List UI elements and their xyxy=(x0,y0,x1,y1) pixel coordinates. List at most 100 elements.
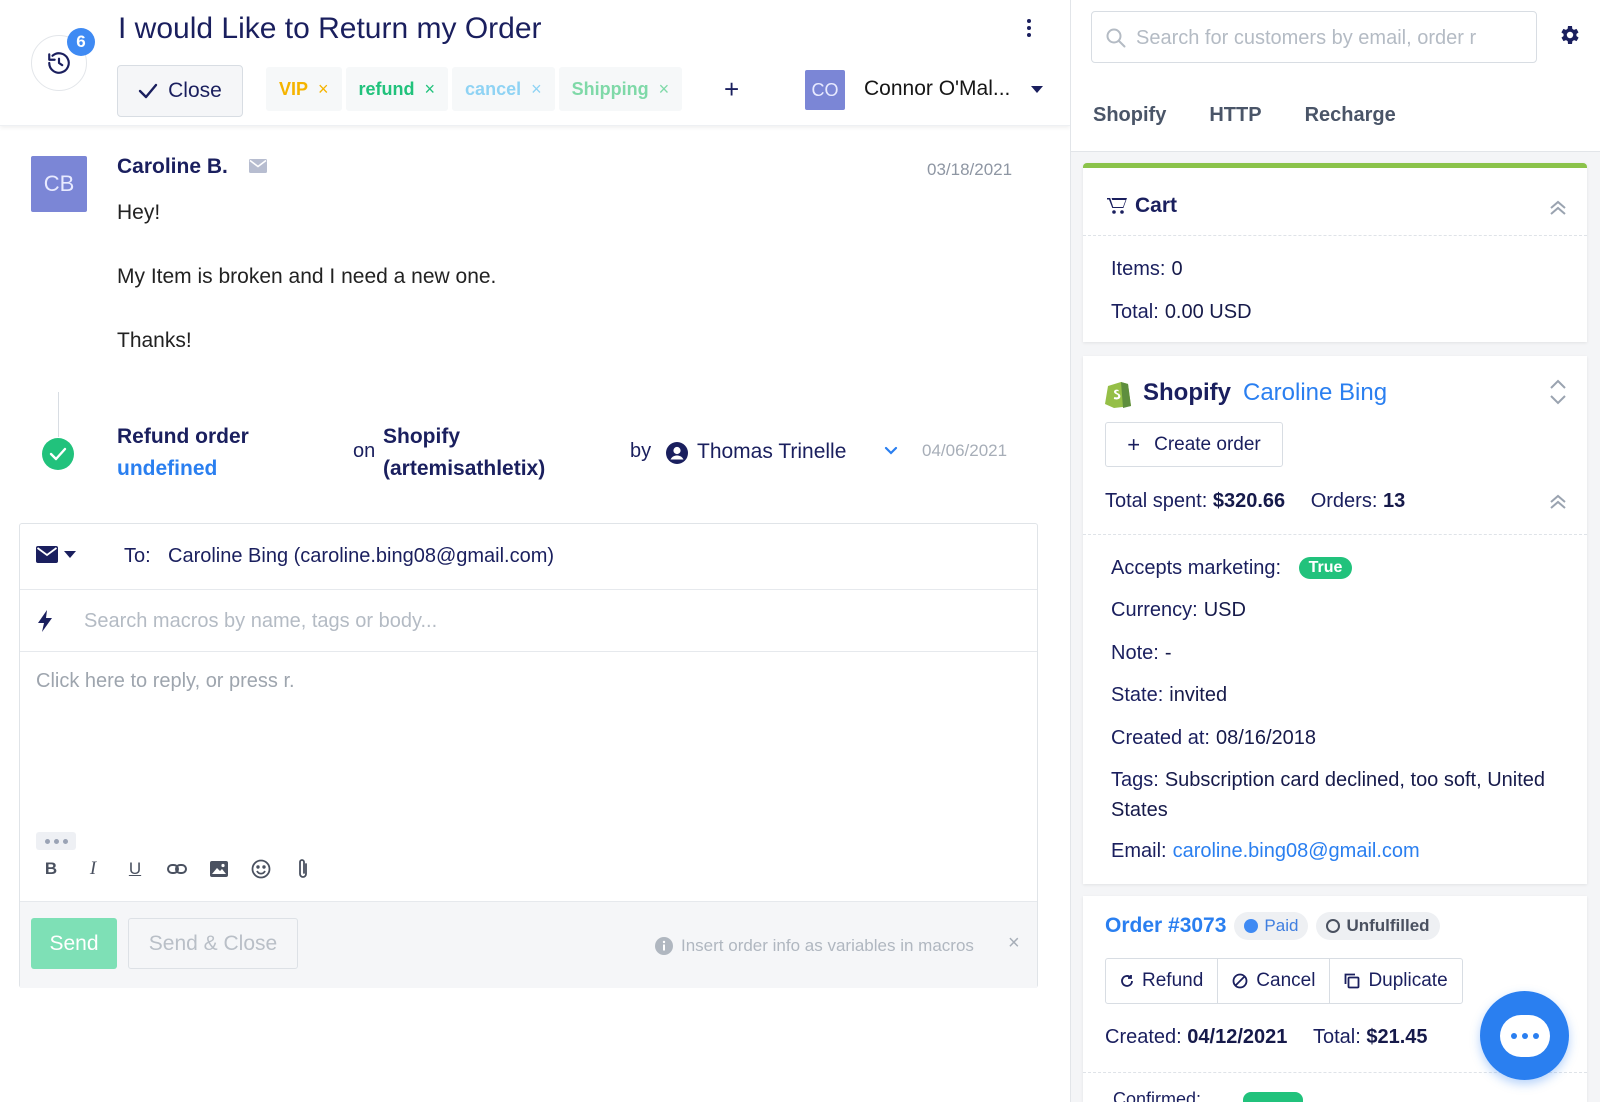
more-options-icon[interactable] xyxy=(36,832,76,850)
cart-header: Cart xyxy=(1107,194,1177,218)
state: State: invited xyxy=(1111,684,1227,707)
shopify-customer-card: Shopify Caroline Bing + Create order Tot… xyxy=(1083,356,1587,884)
tag-label: VIP xyxy=(279,78,309,99)
remove-tag-icon[interactable]: × xyxy=(425,79,436,100)
event-target-line: (artemisathletix) xyxy=(383,457,546,480)
link-icon[interactable] xyxy=(166,858,188,880)
event-target: Shopify (artemisathletix) xyxy=(383,421,545,485)
recipient-field[interactable]: Caroline Bing (caroline.bing08@gmail.com… xyxy=(168,545,554,568)
assignee-avatar[interactable]: CO xyxy=(805,70,845,110)
cancel-icon xyxy=(1232,973,1248,989)
tab-shopify[interactable]: Shopify xyxy=(1093,104,1166,127)
email-channel-icon xyxy=(249,159,267,173)
reply-body-input[interactable] xyxy=(36,670,1016,820)
close-ticket-label: Close xyxy=(168,79,222,102)
close-ticket-button[interactable]: Close xyxy=(117,65,243,117)
send-button[interactable]: Send xyxy=(31,918,117,969)
tag-cancel[interactable]: cancel × xyxy=(452,67,555,111)
duplicate-icon xyxy=(1345,973,1360,989)
cart-icon xyxy=(1107,198,1127,214)
chevron-down-icon[interactable] xyxy=(884,446,898,456)
send-and-close-button[interactable]: Send & Close xyxy=(128,918,298,969)
chat-launcher-button[interactable] xyxy=(1480,991,1569,1080)
gear-icon[interactable] xyxy=(1557,23,1581,47)
refund-label: Refund xyxy=(1142,970,1204,991)
info-icon xyxy=(655,937,673,955)
customer-search-input[interactable] xyxy=(1136,25,1526,51)
reply-editor: To: Caroline Bing (caroline.bing08@gmail… xyxy=(19,523,1038,988)
tags-value: Subscription card declined, too soft, Un… xyxy=(1111,769,1546,821)
message-line: Thanks! xyxy=(117,329,192,352)
add-tag-button[interactable]: + xyxy=(724,74,739,105)
accepts-marketing-label: Accepts marketing: xyxy=(1111,557,1282,579)
shopify-customer-link[interactable]: Caroline Bing xyxy=(1243,379,1387,407)
dismiss-hint-icon[interactable]: × xyxy=(1008,932,1020,955)
remove-tag-icon[interactable]: × xyxy=(659,79,670,100)
collapse-icon[interactable] xyxy=(1549,494,1567,510)
created-at: Created at: 08/16/2018 xyxy=(1111,727,1316,750)
tab-recharge[interactable]: Recharge xyxy=(1305,104,1396,127)
image-icon[interactable] xyxy=(208,858,230,880)
ticket-title[interactable]: I would Like to Return my Order xyxy=(118,12,542,46)
macro-search-input[interactable] xyxy=(84,606,984,636)
caret-down-icon[interactable] xyxy=(1031,86,1043,93)
macro-hint: Insert order info as variables in macros xyxy=(655,936,974,956)
message-sender[interactable]: Caroline B. xyxy=(117,155,228,179)
assignee-name[interactable]: Connor O'Mal... xyxy=(864,77,1010,101)
cancel-order-button[interactable]: Cancel xyxy=(1218,959,1331,1003)
event-action-link[interactable]: undefined xyxy=(117,453,249,485)
order-number-link[interactable]: Order #3073 xyxy=(1105,914,1226,938)
divider xyxy=(1083,534,1587,535)
tab-http[interactable]: HTTP xyxy=(1209,104,1261,127)
underline-icon[interactable]: U xyxy=(124,858,146,880)
create-order-label: Create order xyxy=(1154,433,1261,455)
cart-total-label: Total: xyxy=(1111,301,1159,323)
macro-row xyxy=(20,590,1037,652)
tags-label: Tags: xyxy=(1111,769,1159,791)
paid-dot-icon xyxy=(1244,919,1259,933)
customer-email: Email: caroline.bing08@gmail.com xyxy=(1111,840,1420,863)
remove-tag-icon[interactable]: × xyxy=(318,79,329,100)
bold-icon[interactable]: B xyxy=(40,858,62,880)
order-created-label: Created: xyxy=(1105,1026,1182,1048)
expand-collapse-icon[interactable] xyxy=(1549,378,1567,406)
event-user[interactable]: Thomas Trinelle xyxy=(697,440,846,464)
note: Note: - xyxy=(1111,642,1171,665)
note-value: - xyxy=(1164,642,1172,664)
duplicate-button[interactable]: Duplicate xyxy=(1330,959,1461,1003)
emoji-icon[interactable] xyxy=(250,858,272,880)
remove-tag-icon[interactable]: × xyxy=(531,79,542,100)
plus-icon: + xyxy=(1127,431,1141,457)
orders-value: 13 xyxy=(1382,490,1406,512)
email-icon xyxy=(36,546,58,563)
create-order-button[interactable]: + Create order xyxy=(1105,422,1283,467)
tag-vip[interactable]: VIP × xyxy=(266,67,342,111)
tag-refund[interactable]: refund × xyxy=(345,67,449,111)
integration-tabs: Shopify HTTP Recharge xyxy=(1093,104,1396,127)
more-options-icon[interactable] xyxy=(1020,16,1038,40)
shopify-logo-icon xyxy=(1105,382,1131,408)
event-target-line: Shopify xyxy=(383,425,460,448)
ticket-tags: VIP × refund × cancel × Shipping × xyxy=(266,67,683,111)
refund-button[interactable]: Refund xyxy=(1106,959,1219,1003)
order-header: Order #3073 Paid Unfulfilled xyxy=(1105,912,1440,940)
channel-select[interactable] xyxy=(36,546,76,563)
check-icon xyxy=(138,83,158,99)
cart-items-label: Items: xyxy=(1111,258,1166,280)
customer-search[interactable] xyxy=(1091,11,1537,63)
success-check-icon xyxy=(42,438,74,470)
history-icon xyxy=(48,52,70,74)
order-total-label: Total: xyxy=(1312,1026,1361,1048)
user-circle-icon xyxy=(666,442,688,464)
customer-totals: Total spent: $320.66 Orders: 13 xyxy=(1105,490,1405,513)
tag-label: Shipping xyxy=(571,78,649,99)
duplicate-label: Duplicate xyxy=(1368,970,1448,991)
attachment-icon[interactable] xyxy=(292,858,314,880)
italic-icon[interactable]: I xyxy=(82,858,104,880)
tag-label: refund xyxy=(358,78,415,99)
collapse-icon[interactable] xyxy=(1549,200,1567,216)
email-link[interactable]: caroline.bing08@gmail.com xyxy=(1173,840,1420,862)
tag-shipping[interactable]: Shipping × xyxy=(558,67,683,111)
formatting-toolbar: B I U xyxy=(40,858,314,880)
paid-status-badge: Paid xyxy=(1234,912,1309,940)
